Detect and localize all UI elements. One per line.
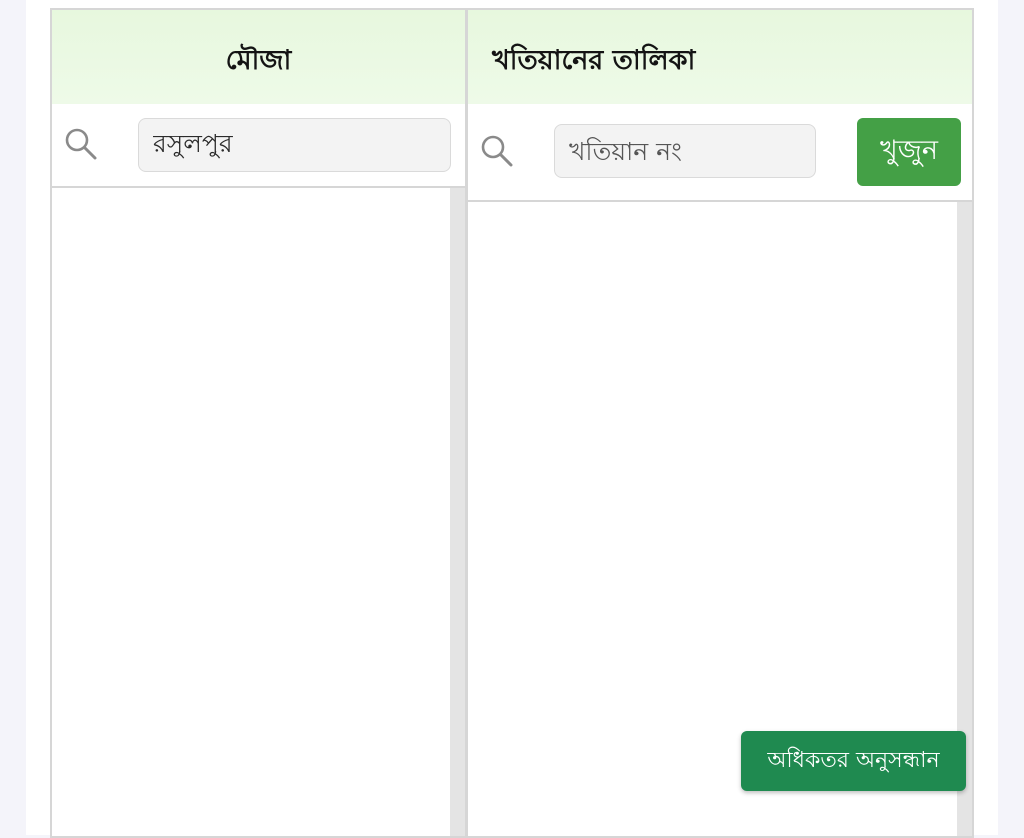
khatian-number-input[interactable] <box>554 124 816 178</box>
mouza-list[interactable] <box>52 188 465 836</box>
search-icon <box>65 128 97 160</box>
mouza-list-scrollbar[interactable] <box>450 188 465 836</box>
mouza-panel-header: মৌজা <box>52 10 465 104</box>
khatian-search-row: খুজুন <box>468 104 972 202</box>
khatian-panel-header: খতিয়ানের তালিকা <box>468 10 972 104</box>
find-button[interactable]: খুজুন <box>857 118 961 186</box>
mouza-search-row <box>52 104 465 188</box>
mouza-search-input[interactable] <box>138 118 451 172</box>
mouza-panel: মৌজা <box>50 8 467 838</box>
mouza-panel-title: মৌজা <box>225 45 292 76</box>
advanced-search-button[interactable]: অধিকতর অনুসন্ধান <box>741 731 966 791</box>
khatian-panel: খতিয়ানের তালিকা খুজুন <box>466 8 974 838</box>
khatian-panel-title: খতিয়ানের তালিকা <box>492 45 696 76</box>
search-icon <box>481 135 513 167</box>
